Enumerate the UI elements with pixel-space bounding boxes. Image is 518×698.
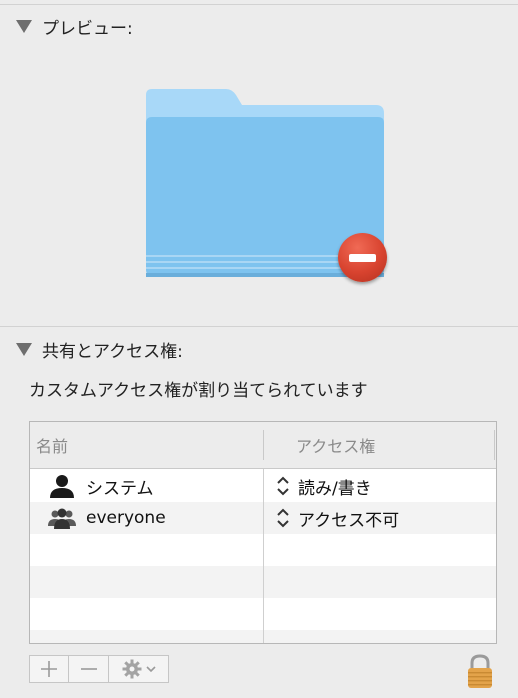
disclosure-triangle-icon[interactable] (16, 19, 32, 33)
up-down-chevron-icon (276, 475, 290, 497)
access-popup[interactable]: 読み/書き (276, 470, 372, 502)
top-divider (0, 4, 518, 5)
access-value: アクセス不可 (298, 510, 400, 531)
preview-section-title: プレビュー: (42, 18, 133, 39)
sharing-section-title: 共有とアクセス権: (42, 341, 183, 362)
column-divider (263, 469, 264, 643)
permissions-caption: カスタムアクセス権が割り当てられています (29, 381, 368, 401)
user-cell: システム (48, 470, 154, 502)
no-entry-icon (338, 233, 387, 282)
remove-icon (80, 668, 97, 670)
permissions-table: 名前 アクセス権 システム 読み/書き everyone アクセス不可 (29, 421, 497, 644)
disclosure-triangle-icon[interactable] (16, 342, 32, 356)
permissions-toolbar (29, 655, 169, 685)
column-header-access[interactable]: アクセス権 (296, 422, 375, 468)
chevron-down-icon (145, 666, 156, 673)
user-icon (48, 474, 76, 498)
column-header-name[interactable]: 名前 (36, 422, 68, 468)
up-down-chevron-icon (276, 507, 290, 529)
add-icon (41, 661, 57, 677)
action-menu-button[interactable] (109, 655, 169, 683)
user-name: システム (86, 478, 154, 499)
table-header: 名前 アクセス権 (30, 422, 496, 469)
lock-icon[interactable] (465, 653, 495, 689)
remove-button[interactable] (69, 655, 109, 683)
access-popup[interactable]: アクセス不可 (276, 502, 399, 534)
sharing-section-header[interactable]: 共有とアクセス権: (16, 337, 183, 362)
user-name: everyone (86, 508, 166, 528)
gear-icon (122, 659, 141, 679)
group-icon (48, 507, 76, 529)
column-divider (494, 430, 495, 460)
section-divider (0, 326, 518, 327)
column-divider (263, 430, 264, 460)
access-value: 読み/書き (298, 478, 372, 499)
preview-section-header[interactable]: プレビュー: (16, 14, 133, 39)
add-button[interactable] (29, 655, 69, 683)
user-cell: everyone (48, 502, 166, 534)
